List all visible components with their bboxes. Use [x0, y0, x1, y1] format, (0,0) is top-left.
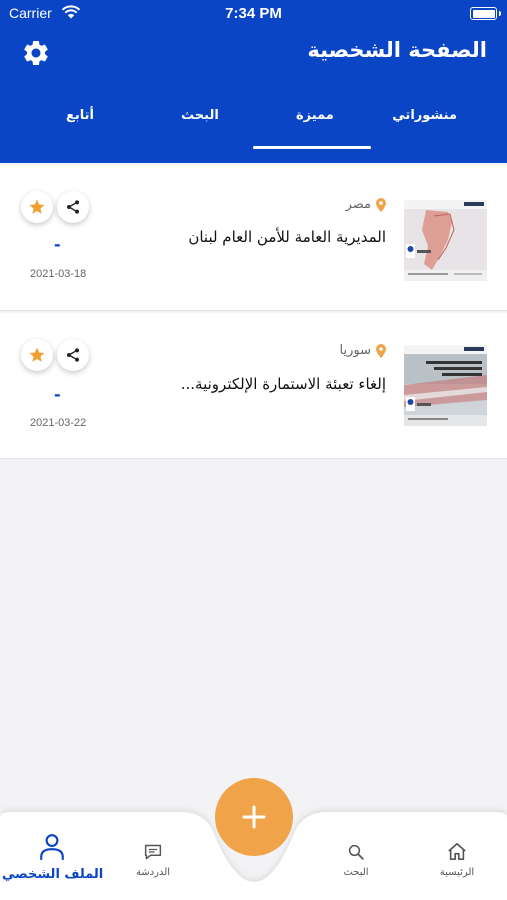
- add-post-button[interactable]: [215, 778, 293, 856]
- post-title[interactable]: المديرية العامة للأمن العام لبنان: [188, 228, 386, 246]
- post-date: 2021-03-18: [30, 268, 87, 280]
- nav-search-label: البحث: [343, 867, 369, 878]
- location-label: مصر: [345, 197, 371, 212]
- share-button[interactable]: [57, 191, 89, 223]
- post-thumbnail[interactable]: [404, 200, 487, 281]
- post-thumbnail[interactable]: [404, 345, 487, 426]
- post-date: 2021-03-22: [30, 417, 87, 429]
- share-icon: [67, 348, 79, 362]
- nav-profile[interactable]: الملف الشخصي: [2, 833, 104, 882]
- clock: 7:34 PM: [225, 5, 282, 22]
- tab-bar: منشوراتي مميزة البحث أتابع: [0, 100, 507, 150]
- nav-chat-label: الدردشة: [135, 867, 171, 878]
- location-label: سوريا: [339, 343, 371, 358]
- post-dash: -: [54, 385, 61, 404]
- search-icon: [348, 844, 364, 860]
- share-button[interactable]: [57, 339, 89, 371]
- star-icon: [29, 347, 45, 362]
- page-title: الصفحة الشخصية: [307, 38, 487, 62]
- location-pin-icon: [376, 343, 386, 358]
- location-pin-icon: [376, 197, 386, 212]
- tab-featured[interactable]: مميزة: [296, 108, 334, 123]
- home-icon: [448, 842, 466, 860]
- nav-search[interactable]: البحث: [336, 843, 376, 878]
- plus-icon: [242, 805, 266, 829]
- nav-profile-label: الملف الشخصي: [2, 867, 104, 882]
- tab-search[interactable]: البحث: [181, 108, 219, 123]
- favorite-button[interactable]: [21, 191, 53, 223]
- gear-icon[interactable]: [21, 38, 51, 68]
- user-icon: [40, 834, 64, 860]
- tab-following[interactable]: أتابع: [66, 108, 94, 123]
- post-dash: -: [54, 235, 61, 254]
- post-location: مصر: [346, 197, 386, 212]
- post-title[interactable]: إلغاء تعبئة الاستمارة الإلكترونية...: [181, 375, 386, 393]
- nav-home[interactable]: الرئيسية: [434, 841, 480, 878]
- battery-icon: [470, 7, 501, 20]
- share-icon: [67, 200, 79, 214]
- post-card[interactable]: مصر المديرية العامة للأمن العام لبنان - …: [0, 165, 507, 311]
- tab-my-posts[interactable]: منشوراتي: [392, 108, 457, 123]
- post-location: سوريا: [340, 343, 386, 358]
- favorite-button[interactable]: [21, 339, 53, 371]
- chat-icon: [144, 844, 162, 860]
- active-tab-indicator: [253, 146, 371, 149]
- status-bar: Carrier 7:34 PM: [0, 0, 507, 28]
- app-header: Carrier 7:34 PM الصفحة الشخصية منشوراتي …: [0, 0, 507, 163]
- nav-chat[interactable]: الدردشة: [130, 843, 176, 878]
- nav-home-label: الرئيسية: [439, 867, 475, 878]
- star-icon: [29, 199, 45, 214]
- post-card[interactable]: سوريا إلغاء تعبئة الاستمارة الإلكترونية.…: [0, 313, 507, 459]
